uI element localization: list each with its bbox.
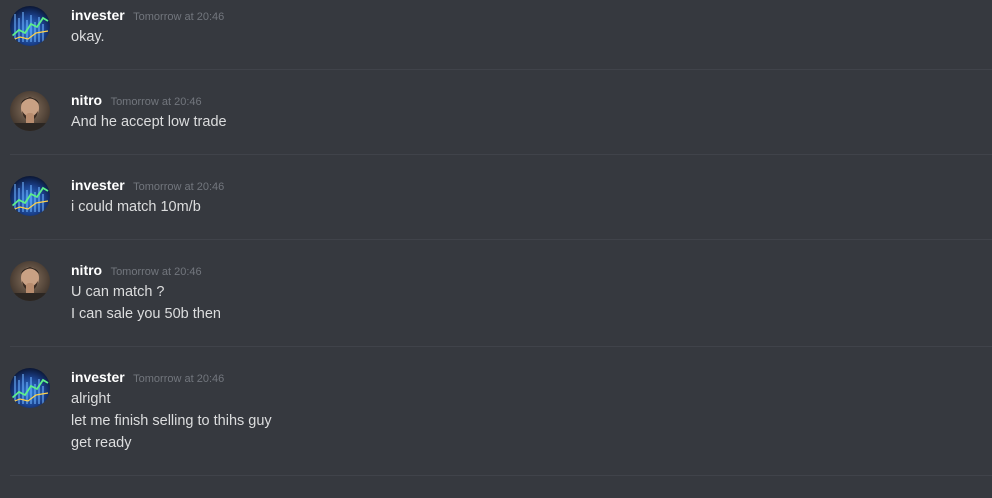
message-text: alright: [71, 391, 111, 407]
message-header: nitro Tomorrow at 20:46: [71, 262, 202, 280]
message-divider: [10, 239, 992, 240]
message-divider: [10, 475, 992, 476]
timestamp: Tomorrow at 20:46: [110, 96, 202, 108]
message-divider: [10, 69, 992, 70]
stock-chart-avatar-icon: [10, 6, 50, 46]
message-header: nitro Tomorrow at 20:46: [71, 92, 202, 110]
message-header: invester Tomorrow at 20:46: [71, 7, 224, 25]
stock-chart-avatar-icon: [10, 368, 50, 408]
avatar[interactable]: [10, 368, 50, 408]
username[interactable]: invester: [71, 7, 125, 23]
avatar[interactable]: [10, 261, 50, 301]
message-text: let me finish selling to thihs guy: [71, 413, 272, 429]
message-text: get ready: [71, 435, 132, 451]
username[interactable]: invester: [71, 369, 125, 385]
username[interactable]: nitro: [71, 92, 102, 108]
message-text: I can sale you 50b then: [71, 306, 221, 322]
message-header: invester Tomorrow at 20:46: [71, 369, 224, 387]
message-text: U can match ?: [71, 284, 165, 300]
user-photo-avatar-icon: [10, 91, 50, 131]
message-text: i could match 10m/b: [71, 199, 201, 215]
message-text: And he accept low trade: [71, 114, 227, 130]
stock-chart-avatar-icon: [10, 176, 50, 216]
timestamp: Tomorrow at 20:46: [133, 181, 225, 193]
avatar[interactable]: [10, 176, 50, 216]
timestamp: Tomorrow at 20:46: [133, 373, 225, 385]
avatar[interactable]: [10, 6, 50, 46]
timestamp: Tomorrow at 20:46: [133, 11, 225, 23]
username[interactable]: invester: [71, 177, 125, 193]
chat-message-list: invester Tomorrow at 20:46 okay. nitro T…: [0, 0, 992, 498]
message-divider: [10, 154, 992, 155]
timestamp: Tomorrow at 20:46: [110, 266, 202, 278]
avatar[interactable]: [10, 91, 50, 131]
user-photo-avatar-icon: [10, 261, 50, 301]
message-divider: [10, 346, 992, 347]
message-text: okay.: [71, 29, 105, 45]
message-header: invester Tomorrow at 20:46: [71, 177, 224, 195]
username[interactable]: nitro: [71, 262, 102, 278]
